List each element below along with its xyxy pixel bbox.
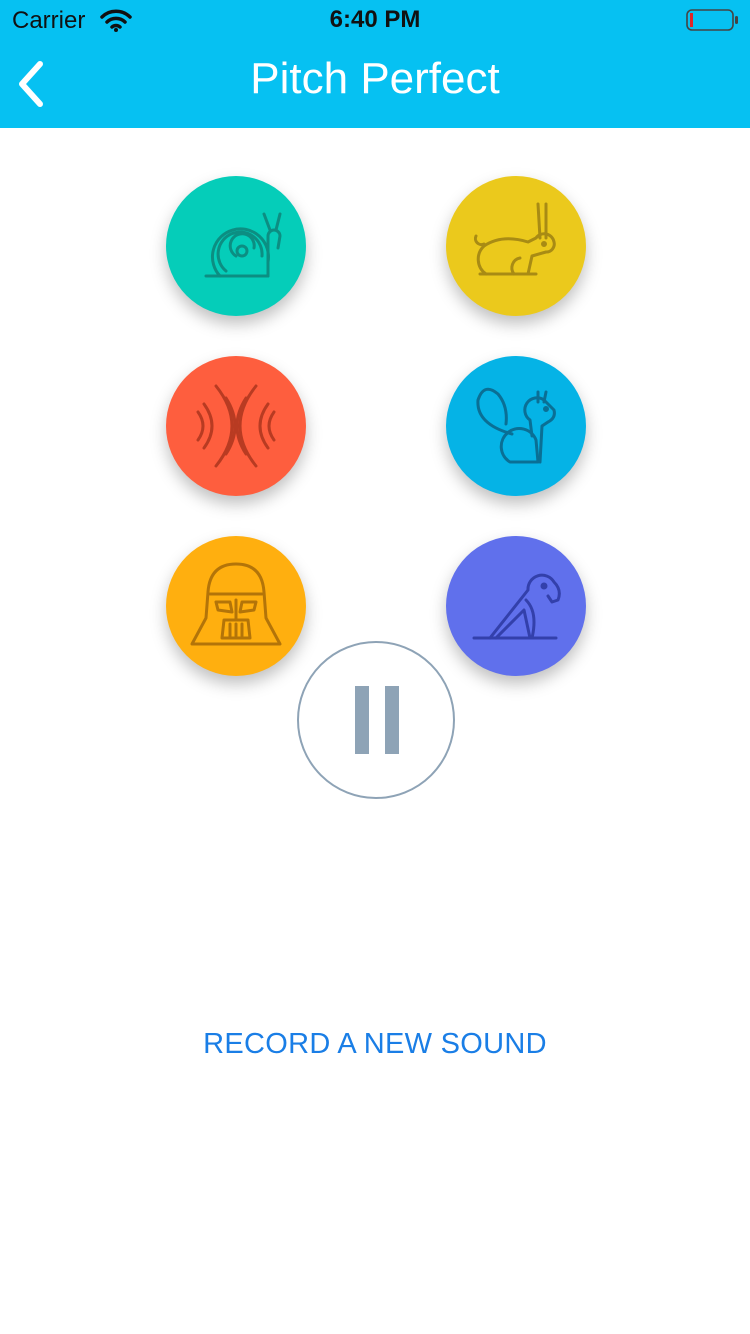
page-title: Pitch Perfect	[250, 54, 500, 103]
stop-button[interactable]	[297, 641, 455, 799]
record-new-sound-button[interactable]: RECORD A NEW SOUND	[0, 1028, 750, 1061]
vader-icon	[190, 562, 282, 646]
battery-low-icon	[686, 9, 738, 31]
echo-icon	[196, 384, 276, 468]
high-pitch-effect-button[interactable]	[446, 356, 586, 496]
fast-effect-button[interactable]	[446, 176, 586, 316]
reverb-effect-button[interactable]	[446, 536, 586, 676]
echo-effect-button[interactable]	[166, 356, 306, 496]
nav-bar: Carrier 6:40 PM Pitch Perfect	[0, 0, 750, 128]
rabbit-icon	[473, 202, 556, 276]
status-bar: Carrier 6:40 PM	[0, 0, 750, 40]
snail-icon	[204, 212, 282, 278]
chipmunk-icon	[476, 387, 556, 464]
low-pitch-effect-button[interactable]	[166, 536, 306, 676]
status-time: 6:40 PM	[329, 6, 421, 33]
parrot-icon	[472, 573, 561, 640]
slow-effect-button[interactable]	[166, 176, 306, 316]
